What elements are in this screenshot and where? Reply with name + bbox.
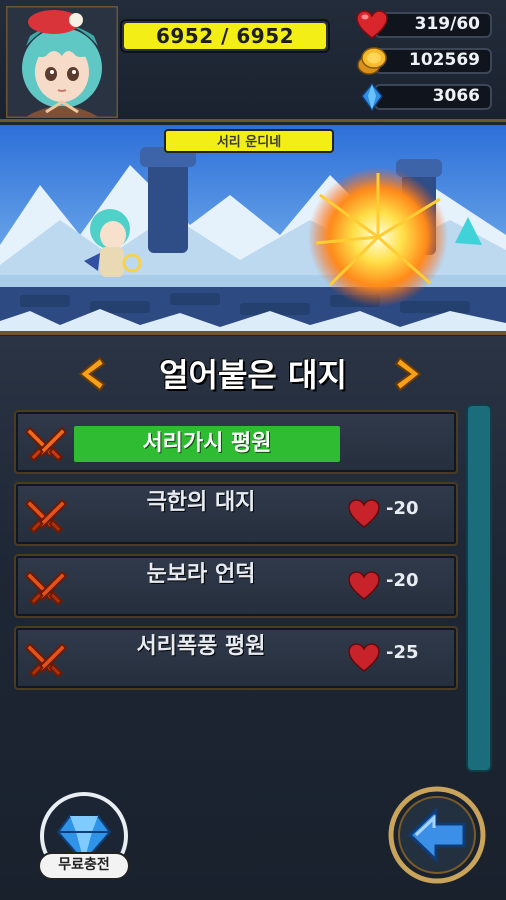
stage-row-1[interactable]: 서리가시 평원 (14, 410, 458, 474)
heart-icon (348, 571, 380, 600)
stamina-pill: 319/60 (374, 12, 492, 38)
cost-value: -20 (386, 570, 419, 591)
free-charge-label[interactable]: 무료충전 (38, 852, 130, 880)
stamina-counter[interactable]: 319/60 (356, 10, 494, 40)
gem-pill: 3066 (374, 84, 492, 110)
heart-icon (348, 643, 380, 672)
crossed-swords-icon (24, 570, 68, 606)
hp-text: 6952 / 6952 (155, 24, 295, 48)
stamina-cost: -25 (346, 642, 446, 674)
stage-row-4[interactable]: 서리폭풍 평원 -25 (14, 626, 458, 690)
battle-background (0, 125, 506, 331)
stage-row-2[interactable]: 극한의 대지 -20 (14, 482, 458, 546)
hp-bar: 6952 / 6952 (120, 19, 330, 53)
stamina-value: 319/60 (414, 14, 480, 34)
cost-value: -20 (386, 498, 419, 519)
chevron-right-icon[interactable] (392, 356, 426, 392)
gold-pill: 102569 (374, 48, 492, 74)
stamina-cost: -20 (346, 570, 446, 602)
stage-name: 서리가시 평원 (74, 426, 340, 462)
stage-row-3[interactable]: 눈보라 언덕 -20 (14, 554, 458, 618)
region-title: 얼어붙은 대지 (159, 356, 347, 394)
status-header: 6952 / 6952 319/60 102569 3066 (0, 0, 506, 122)
battle-scene (0, 125, 506, 335)
gold-value: 102569 (409, 50, 480, 70)
chevron-left-icon[interactable] (74, 356, 108, 392)
stage-list-scrollbar[interactable] (466, 404, 492, 772)
crossed-swords-icon (24, 426, 68, 462)
stamina-cost: -20 (346, 498, 446, 530)
crossed-swords-icon (24, 642, 68, 678)
crossed-swords-icon (24, 498, 68, 534)
enemy-name-label: 서리 운디네 (164, 129, 334, 153)
stage-name: 극한의 대지 (146, 490, 256, 515)
gold-counter[interactable]: 102569 (356, 46, 494, 76)
stage-name: 눈보라 언덕 (146, 562, 256, 587)
heart-icon (356, 10, 388, 39)
cost-value: -25 (386, 642, 419, 663)
game-screen: 6952 / 6952 319/60 102569 3066 서리 운디네 얼어… (0, 0, 506, 900)
gem-counter[interactable]: 3066 (356, 82, 494, 112)
character-portrait[interactable] (6, 6, 118, 118)
back-arrow-icon[interactable] (386, 784, 488, 886)
gem-value: 3066 (432, 86, 480, 106)
heart-icon (348, 499, 380, 528)
stage-name: 서리폭풍 평원 (136, 634, 266, 659)
gold-coin-icon (357, 47, 387, 75)
blue-gem-icon (361, 82, 383, 112)
